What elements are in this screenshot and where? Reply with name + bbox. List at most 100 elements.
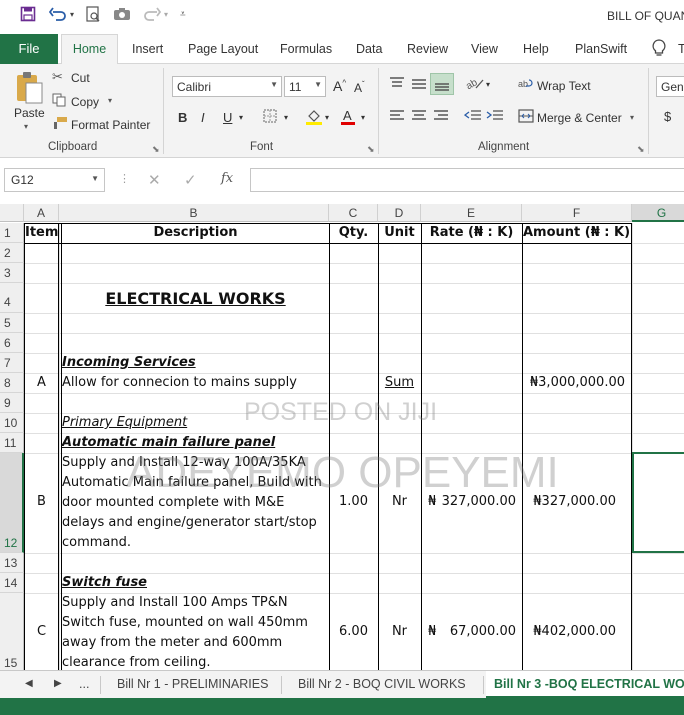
tab-formulas[interactable]: Formulas [280, 42, 332, 56]
redo-icon[interactable] [143, 6, 162, 27]
font-color-icon[interactable]: A [340, 108, 356, 129]
decrease-font-size-icon[interactable]: Aˇ [354, 80, 365, 95]
clipboard-launcher-icon[interactable]: ⬊ [152, 144, 160, 155]
item-unit[interactable]: Sum [378, 375, 421, 390]
column-header-d[interactable]: D [378, 204, 421, 222]
tab-insert[interactable]: Insert [132, 42, 163, 56]
item-description[interactable]: Supply and Install 100 Amps TP&N Switch … [62, 593, 327, 670]
align-bottom-icon[interactable] [430, 73, 454, 95]
align-right-icon[interactable] [433, 109, 449, 126]
item-qty[interactable]: 1.00 [329, 494, 378, 509]
header-unit[interactable]: Unit [378, 225, 421, 240]
incoming-services-heading[interactable]: Incoming Services [62, 355, 196, 370]
row-header[interactable]: 7 [0, 353, 24, 373]
sheet-tab-electrical-works[interactable]: Bill Nr 3 -BOQ ELECTRICAL WO [486, 671, 684, 699]
paste-dropdown-icon[interactable]: ▾ [24, 122, 28, 131]
tab-help[interactable]: Help [523, 42, 549, 56]
header-qty[interactable]: Qty. [329, 225, 378, 240]
copy-icon[interactable] [52, 93, 66, 110]
borders-dropdown-icon[interactable]: ▾ [284, 113, 288, 122]
sheet-tab-preliminaries[interactable]: Bill Nr 1 - PRELIMINARIES [117, 671, 268, 699]
underline-dropdown-icon[interactable]: ▾ [239, 113, 243, 122]
font-size-select[interactable]: 11 ▼ [284, 76, 326, 97]
paste-button[interactable]: Paste [14, 106, 45, 120]
increase-indent-icon[interactable] [486, 109, 504, 126]
column-header-g[interactable]: G [632, 204, 684, 222]
sheet-tab-civil-works[interactable]: Bill Nr 2 - BOQ CIVIL WORKS [298, 671, 466, 699]
worksheet-grid[interactable]: A B C D E F G 1 2 3 4 5 6 7 8 9 10 11 12… [0, 204, 684, 670]
row-header[interactable]: 15 [0, 593, 24, 670]
undo-icon[interactable] [48, 6, 67, 27]
tab-planswift[interactable]: PlanSwift [575, 42, 627, 56]
item-rate[interactable]: 327,000.00 [440, 494, 516, 509]
item-code[interactable]: A [25, 375, 58, 390]
row-header[interactable]: 5 [0, 313, 24, 333]
align-top-icon[interactable] [389, 76, 405, 93]
fill-color-icon[interactable] [305, 108, 323, 129]
more-sheets-button[interactable]: ... [79, 671, 89, 699]
save-icon[interactable] [20, 6, 36, 27]
alignment-launcher-icon[interactable]: ⬊ [637, 144, 645, 155]
item-code[interactable]: C [25, 624, 58, 639]
cut-icon[interactable]: ✂ [52, 69, 63, 85]
redo-dropdown-icon[interactable]: ▾ [164, 10, 168, 19]
tab-home[interactable]: Home [61, 34, 118, 65]
currency-button[interactable]: $ [664, 109, 671, 124]
amf-panel-heading[interactable]: Automatic main failure panel [62, 435, 275, 450]
lightbulb-icon[interactable] [652, 39, 666, 61]
column-header-f[interactable]: F [522, 204, 632, 222]
number-format-select[interactable]: Gene [656, 76, 684, 97]
row-header[interactable]: 12 [0, 453, 24, 553]
copy-dropdown-icon[interactable]: ▾ [108, 96, 112, 105]
tab-review[interactable]: Review [407, 42, 448, 56]
selected-cell-g12[interactable] [632, 452, 684, 553]
tab-page-layout[interactable]: Page Layout [188, 42, 258, 56]
item-code[interactable]: B [25, 494, 58, 509]
section-title[interactable]: ELECTRICAL WORKS [62, 289, 329, 308]
decrease-indent-icon[interactable] [463, 109, 482, 126]
underline-button[interactable]: U [223, 110, 232, 125]
row-header[interactable]: 1 [0, 223, 24, 243]
orientation-icon[interactable]: ab [464, 76, 484, 93]
primary-equipment-heading[interactable]: Primary Equipment [62, 415, 187, 430]
camera-icon[interactable] [113, 6, 131, 27]
formula-input[interactable] [250, 168, 684, 192]
align-left-icon[interactable] [389, 109, 405, 126]
insert-function-icon[interactable]: fx [221, 171, 233, 186]
column-header-b[interactable]: B [59, 204, 329, 222]
merge-center-icon[interactable] [518, 109, 534, 126]
item-amount[interactable]: ₦327,000.00 [522, 494, 616, 509]
column-header-e[interactable]: E [421, 204, 522, 222]
enter-icon[interactable]: ✓ [184, 171, 197, 189]
row-header[interactable]: 13 [0, 553, 24, 573]
align-middle-icon[interactable] [411, 76, 427, 93]
font-launcher-icon[interactable]: ⬊ [367, 144, 375, 155]
switch-fuse-heading[interactable]: Switch fuse [62, 575, 147, 590]
paste-icon[interactable] [14, 70, 44, 109]
row-header[interactable]: 8 [0, 373, 24, 393]
item-unit[interactable]: Nr [378, 624, 421, 639]
fill-color-dropdown-icon[interactable]: ▾ [325, 113, 329, 122]
header-rate[interactable]: Rate (₦ : K) [421, 225, 522, 240]
undo-dropdown-icon[interactable]: ▾ [70, 10, 74, 19]
font-name-select[interactable]: Calibri ▼ [172, 76, 282, 97]
header-description[interactable]: Description [62, 225, 329, 240]
align-center-icon[interactable] [411, 109, 427, 126]
row-header[interactable]: 10 [0, 413, 24, 433]
print-preview-icon[interactable] [86, 6, 101, 28]
row-header[interactable]: 11 [0, 433, 24, 453]
format-painter-icon[interactable] [52, 116, 68, 133]
customize-toolbar-icon[interactable]: ⩡ [180, 9, 186, 20]
format-painter-button[interactable]: Format Painter [71, 118, 150, 132]
cut-button[interactable]: Cut [71, 71, 90, 85]
row-header[interactable]: 3 [0, 263, 24, 283]
prev-sheet-icon[interactable]: ◀ [25, 671, 33, 699]
tab-tell-me[interactable]: T [678, 42, 684, 56]
merge-center-button[interactable]: Merge & Center [537, 111, 622, 125]
orientation-dropdown-icon[interactable]: ▾ [486, 80, 490, 89]
item-description[interactable]: Allow for connecion to mains supply [62, 375, 297, 390]
item-qty[interactable]: 6.00 [329, 624, 378, 639]
column-header-a[interactable]: A [24, 204, 59, 222]
column-header-c[interactable]: C [329, 204, 378, 222]
increase-font-size-icon[interactable]: A^ [333, 78, 346, 94]
